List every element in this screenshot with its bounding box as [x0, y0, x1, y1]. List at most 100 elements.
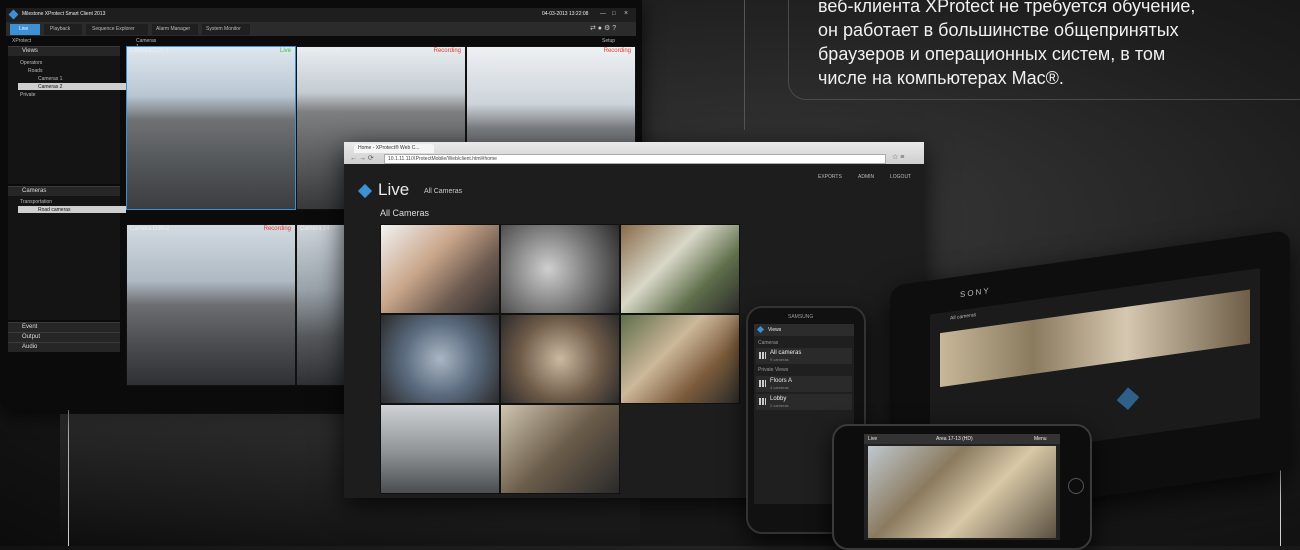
- tree-cameras-1[interactable]: Cameras 1: [38, 76, 62, 82]
- grid-icon-3: [759, 398, 766, 405]
- product-label: XProtect: [12, 38, 32, 44]
- minimize-icon[interactable]: —: [600, 11, 608, 18]
- web-cam-4[interactable]: [380, 314, 500, 404]
- cameras-header-label: Cameras: [22, 188, 47, 194]
- browser-tab-title: Home - XProtect® Web C...: [358, 145, 420, 151]
- tab-alarm-manager[interactable]: Alarm Manager: [152, 24, 198, 35]
- iphone-back-button[interactable]: Live: [868, 436, 877, 442]
- tab-system-monitor[interactable]: System Monitor: [202, 24, 250, 35]
- output-header-label: Output: [22, 334, 41, 340]
- web-cam-5[interactable]: [500, 314, 620, 404]
- camera-4-status: Recording: [263, 226, 291, 232]
- web-cam-6[interactable]: [620, 314, 740, 404]
- toolbar-icons[interactable]: ⇄ ● ⚙ ?: [590, 24, 616, 32]
- views-header-label: Views: [22, 48, 38, 54]
- web-heading: Live: [378, 180, 410, 199]
- phone-titlebar: Views: [754, 324, 854, 336]
- tab-sequence-label: Sequence Explorer: [92, 26, 135, 32]
- iphone-screen: Live Area 17-13 (HD) Menu: [864, 434, 1060, 540]
- audio-panel-header[interactable]: Audio: [8, 342, 120, 352]
- maximize-icon[interactable]: □: [612, 11, 620, 18]
- nav-admin[interactable]: ADMIN: [858, 174, 874, 180]
- tablet-brand: SONY: [960, 285, 991, 300]
- browser-chrome: Home - XProtect® Web C... ← → ⟳ 10.1.11.…: [344, 142, 924, 164]
- camera-2-status: Recording: [433, 48, 461, 54]
- tree-cameras-2: Cameras 2: [38, 84, 63, 90]
- promo-line-2: он работает в большинстве общепринятых: [818, 20, 1179, 40]
- browser-tab[interactable]: Home - XProtect® Web C...: [354, 144, 434, 153]
- event-header-label: Event: [22, 324, 38, 330]
- phone-item-floors[interactable]: Floors A 4 cameras: [756, 376, 852, 392]
- phone-item-2-sub: 4 cameras: [770, 385, 789, 390]
- cameras-tree: Transportation Road cameras: [8, 196, 126, 320]
- camera-3-name: Camera C14-2: [470, 48, 510, 54]
- smart-client-tabbar: Live Playback Sequence Explorer Alarm Ma…: [6, 22, 636, 36]
- web-cam-2[interactable]: [500, 224, 620, 314]
- views-panel-header[interactable]: Views: [8, 46, 120, 56]
- web-cam-7[interactable]: [380, 404, 500, 494]
- cameras-panel-header[interactable]: Cameras: [8, 186, 120, 196]
- tree-roads[interactable]: Roads: [28, 68, 42, 74]
- camera-2-name: Camera D12-3: [300, 48, 340, 54]
- audio-header-label: Audio: [22, 344, 38, 350]
- web-cam-8[interactable]: [500, 404, 620, 494]
- web-subheading: All Cameras: [380, 208, 430, 218]
- live-diamond-icon: [357, 183, 373, 199]
- camera-3-status: Recording: [603, 48, 631, 54]
- tablet-header: All cameras: [950, 312, 977, 322]
- tablet-logo-icon: [1116, 387, 1140, 410]
- web-cam-1[interactable]: [380, 224, 500, 314]
- tab-system-label: System Monitor: [206, 26, 241, 32]
- tab-sequence-explorer[interactable]: Sequence Explorer: [86, 24, 148, 35]
- tree-private[interactable]: Private: [20, 92, 36, 98]
- web-cam-3[interactable]: [620, 224, 740, 314]
- views-tree: Operators Roads Cameras 1 Cameras 2 Priv…: [8, 56, 126, 184]
- phone-item-lobby[interactable]: Lobby 2 cameras: [756, 394, 852, 410]
- phone-section-private: Private Views: [758, 367, 789, 373]
- iphone-camera-view[interactable]: [868, 446, 1056, 538]
- phone-item-3-title: Lobby: [770, 396, 787, 402]
- camera-tile-4[interactable]: Camera D30-2 Recording: [126, 224, 296, 386]
- phone-logo-icon: [756, 325, 765, 334]
- tablet-cam-strip[interactable]: [940, 289, 1250, 388]
- iphone-menu-button[interactable]: Menu: [1034, 436, 1047, 442]
- tab-playback-label: Playback: [50, 26, 71, 32]
- address-bar[interactable]: 10.1.11.11/XProtectMobile/Web/client.htm…: [384, 154, 886, 164]
- tree-cameras-2-selected[interactable]: Cameras 2: [18, 83, 126, 90]
- nav-logout[interactable]: LOGOUT: [890, 174, 911, 180]
- tab-alarm-label: Alarm Manager: [156, 26, 191, 32]
- web-top-nav: EXPORTS ADMIN LOGOUT: [814, 168, 924, 182]
- iphone-device: Live Area 17-13 (HD) Menu: [832, 424, 1092, 550]
- tab-live-label: Live: [19, 26, 29, 32]
- app-title: Milestone XProtect Smart Client 2013: [22, 11, 106, 17]
- star-icon[interactable]: ☆ ≡: [892, 153, 904, 161]
- tree-transportation[interactable]: Transportation: [20, 199, 52, 205]
- promo-text: веб-клиента XProtect не требуется обучен…: [818, 0, 1195, 90]
- promo-line-1: веб-клиента XProtect не требуется обучен…: [818, 0, 1196, 16]
- tree-operators[interactable]: Operators: [20, 60, 42, 66]
- tree-road-cameras-selected[interactable]: Road cameras: [18, 206, 126, 213]
- camera-tile-1[interactable]: Camera C07-1 Live: [126, 46, 296, 210]
- tab-playback[interactable]: Playback: [44, 24, 82, 35]
- tab-live[interactable]: Live: [10, 24, 40, 35]
- grid-icon-2: [759, 380, 766, 387]
- address-url: 10.1.11.11/XProtectMobile/Web/client.htm…: [388, 156, 497, 162]
- camera-1-status: Live: [279, 48, 291, 54]
- app-logo-icon: [8, 9, 19, 20]
- back-forward-icons[interactable]: ← → ⟳: [350, 154, 374, 162]
- output-panel-header[interactable]: Output: [8, 332, 120, 342]
- phone-item-all-cameras[interactable]: All cameras 9 cameras: [756, 348, 852, 364]
- promo-line-4: числе на компьютерах Mac®.: [818, 68, 1064, 88]
- datetime: 04-03-2013 13:22:08: [542, 11, 589, 17]
- promo-divider: [744, 0, 745, 130]
- event-panel-header[interactable]: Event: [8, 322, 120, 332]
- close-icon[interactable]: ×: [624, 10, 632, 17]
- iphone-title: Area 17-13 (HD): [936, 436, 973, 442]
- nav-exports[interactable]: EXPORTS: [818, 174, 842, 180]
- phone-header: Views: [768, 327, 782, 333]
- iphone-home-button[interactable]: [1068, 478, 1084, 494]
- phone-item-1-sub: 9 cameras: [770, 357, 789, 362]
- setup-button[interactable]: Setup: [602, 38, 615, 44]
- iphone-navbar: Live Area 17-13 (HD) Menu: [864, 434, 1060, 444]
- tree-road-cameras: Road cameras: [38, 207, 71, 213]
